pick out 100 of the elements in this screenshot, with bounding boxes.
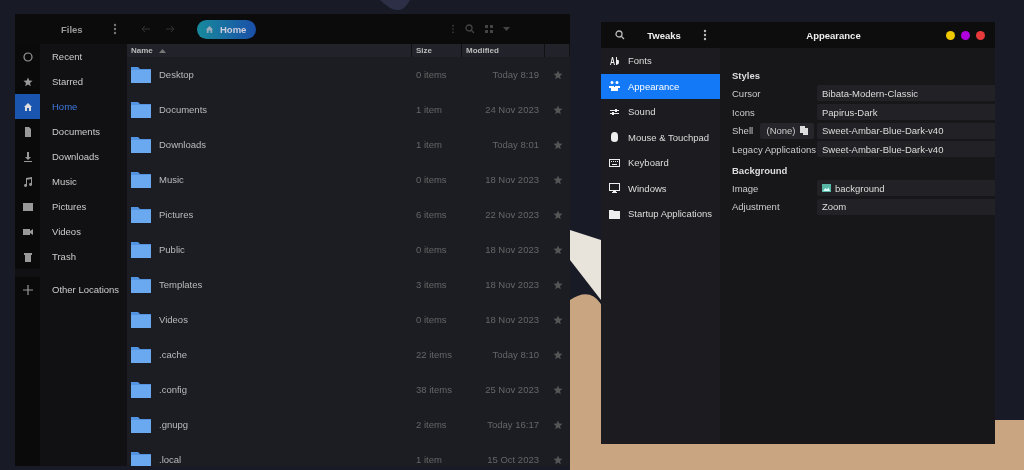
sidebar-item[interactable]: Appearance [601, 73, 720, 99]
sidebar-item[interactable]: Downloads [40, 144, 99, 169]
star-icon[interactable] [552, 104, 563, 115]
file-name[interactable]: Pictures [159, 209, 194, 220]
sidebar-item[interactable]: Music [40, 169, 77, 194]
file-modified: 25 Nov 2023 [484, 384, 540, 395]
file-name[interactable]: .gnupg [159, 419, 189, 430]
file-name[interactable]: Videos [159, 314, 188, 325]
dropdown[interactable]: Zoom [817, 198, 995, 215]
column-header[interactable]: Modified [462, 44, 545, 57]
column-header[interactable]: Size [412, 44, 462, 57]
file-name[interactable]: .cache [159, 349, 187, 360]
file-name[interactable]: Music [159, 174, 184, 185]
kebab-menu-icon[interactable] [703, 29, 707, 41]
sidebar-item[interactable]: Mouse & Touchpad [601, 124, 720, 150]
star-icon[interactable] [552, 349, 563, 360]
dropdown[interactable]: Bibata-Modern-Classic [817, 85, 995, 102]
setting-label: Legacy Applications [732, 143, 817, 155]
file-name[interactable]: Downloads [159, 139, 206, 150]
sidebar-item[interactable]: Sound [601, 99, 720, 125]
file-chooser[interactable]: background [817, 180, 995, 197]
sidebar-item[interactable]: Videos [40, 219, 81, 244]
picture-icon [22, 201, 33, 212]
folder-icon [131, 136, 151, 153]
ab-letters-icon [609, 55, 620, 66]
file-modified: Today 8:19 [491, 69, 540, 80]
sidebar-item[interactable]: Other Locations [40, 277, 120, 302]
sidebar-item[interactable]: Recent [40, 44, 83, 69]
file-modified: 18 Nov 2023 [484, 279, 540, 290]
star-icon[interactable] [552, 279, 563, 290]
sidebar-item[interactable]: Home [40, 94, 78, 119]
star-icon[interactable] [552, 139, 563, 150]
file-name[interactable]: .local [159, 454, 182, 465]
setting-label: Icons [732, 106, 756, 118]
page-title: Appearance [805, 29, 862, 41]
sidebar-item[interactable]: Fonts [601, 48, 720, 74]
copy-icon [799, 126, 808, 136]
folder-icon [131, 416, 151, 433]
sidebar-item[interactable]: Keyboard [601, 150, 720, 176]
star-icon[interactable] [552, 454, 563, 465]
close-button[interactable] [976, 30, 985, 40]
sidebar-item[interactable]: Startup Applications [601, 201, 720, 227]
section-heading: Background [732, 164, 789, 178]
file-size: 0 items [415, 174, 448, 185]
star-icon[interactable] [552, 314, 563, 325]
document-icon [22, 126, 33, 137]
caret-icon[interactable] [503, 27, 510, 31]
star-icon[interactable] [552, 419, 563, 430]
star-icon[interactable] [552, 384, 563, 395]
forward-arrow-icon[interactable] [165, 25, 175, 33]
file-size: 6 items [415, 209, 448, 220]
setting-label: Shell [732, 125, 755, 137]
file-name[interactable]: Desktop [159, 69, 194, 80]
column-header[interactable]: Name [131, 46, 153, 55]
star-icon[interactable] [552, 244, 563, 255]
sidebar-item[interactable]: Windows [601, 175, 720, 201]
folder-icon [131, 346, 151, 363]
sidebar-item[interactable]: Trash [40, 244, 76, 269]
sliders-icon [609, 106, 620, 117]
file-size: 1 item [415, 104, 443, 115]
file-modified: 18 Nov 2023 [484, 244, 540, 255]
mouse-icon [609, 132, 620, 143]
folder-icon [131, 66, 151, 83]
file-name[interactable]: .config [159, 384, 187, 395]
folder-icon [609, 208, 620, 219]
setting-label: Image [732, 182, 760, 194]
setting-label: Adjustment [732, 201, 781, 213]
dropdown[interactable]: Sweet-Ambar-Blue-Dark-v40 [817, 122, 995, 139]
file-name[interactable]: Public [159, 244, 185, 255]
file-size: 0 items [415, 69, 448, 80]
grid-view-icon[interactable] [485, 25, 493, 33]
file-name[interactable]: Documents [159, 104, 208, 115]
section-heading: Styles [732, 70, 761, 83]
dropdown[interactable]: Papirus-Dark [817, 104, 995, 121]
folder-icon [131, 381, 151, 398]
back-arrow-icon[interactable] [141, 25, 151, 33]
reset-button[interactable]: (None) [760, 122, 814, 139]
sort-arrow-icon [158, 48, 166, 53]
file-modified: Today 8:01 [491, 139, 540, 150]
file-modified: Today 16:17 [486, 419, 540, 430]
video-camera-icon [22, 226, 33, 237]
sidebar-item[interactable]: Pictures [40, 194, 87, 219]
file-size: 1 item [415, 139, 443, 150]
path-button[interactable]: Home [197, 19, 257, 39]
kebab-menu-icon[interactable] [113, 23, 117, 35]
file-size: 0 items [415, 244, 448, 255]
file-size: 2 items [415, 419, 448, 430]
sidebar-item[interactable]: Documents [40, 119, 101, 144]
dropdown[interactable]: Sweet-Ambar-Blue-Dark-v40 [817, 141, 995, 158]
file-modified: Today 8:10 [491, 349, 540, 360]
folder-icon [131, 311, 151, 328]
sidebar-item[interactable]: Starred [40, 69, 84, 94]
search-icon[interactable] [615, 30, 625, 40]
star-icon[interactable] [552, 209, 563, 220]
file-name[interactable]: Templates [159, 279, 203, 290]
star-icon[interactable] [552, 174, 563, 185]
maximize-button[interactable] [961, 30, 970, 40]
home-icon [205, 24, 214, 34]
star-icon[interactable] [552, 69, 563, 80]
minimize-button[interactable] [946, 30, 955, 40]
